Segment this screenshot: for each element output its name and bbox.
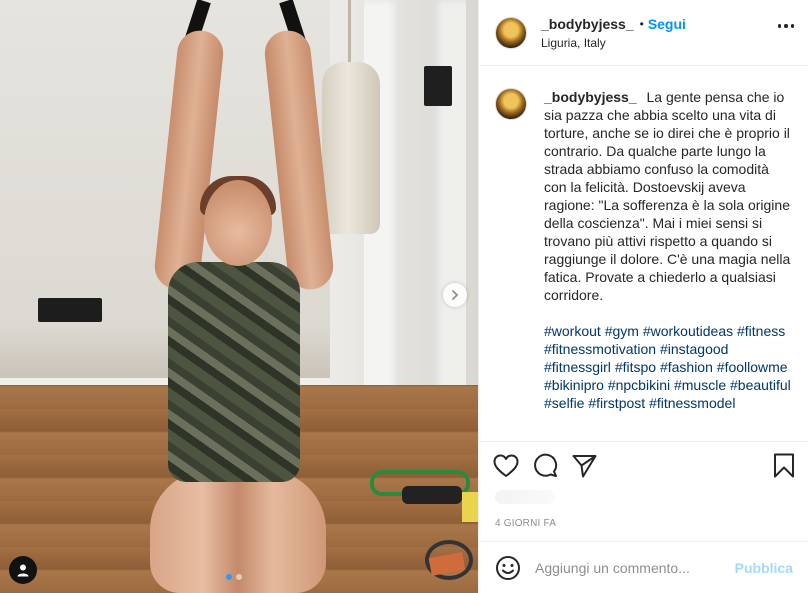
publish-button[interactable]: Pubblica bbox=[735, 560, 793, 576]
hashtag-link[interactable]: #selfie bbox=[544, 395, 588, 411]
hashtag-link[interactable]: #bikinipro bbox=[544, 377, 608, 393]
comment-icon bbox=[534, 453, 558, 477]
hashtag-link[interactable]: #npcbikini bbox=[608, 377, 674, 393]
tagged-users-button[interactable] bbox=[9, 556, 37, 584]
chevron-right-icon bbox=[452, 290, 458, 300]
post-side-panel: _bodybyjess_ • Segui Liguria, Italy _bod… bbox=[478, 0, 808, 593]
post-caption: _bodybyjess_ La gente pensa che io sia p… bbox=[544, 88, 792, 441]
more-options-button[interactable] bbox=[777, 24, 794, 28]
hashtag-link[interactable]: #fitspo bbox=[615, 359, 660, 375]
bookmark-icon bbox=[774, 453, 794, 478]
speaker bbox=[38, 298, 102, 322]
share-button[interactable] bbox=[572, 454, 597, 478]
comment-button[interactable] bbox=[533, 453, 558, 478]
hashtag-link[interactable]: #workoutideas bbox=[643, 323, 737, 339]
caption-username-link[interactable]: _bodybyjess_ bbox=[544, 89, 637, 105]
more-icon bbox=[790, 24, 794, 28]
save-button[interactable] bbox=[773, 453, 795, 478]
follow-button[interactable]: Segui bbox=[648, 16, 686, 32]
post-header: _bodybyjess_ • Segui Liguria, Italy bbox=[479, 0, 808, 66]
camo-tank-top bbox=[168, 262, 300, 482]
comments-section[interactable]: _bodybyjess_ La gente pensa che io sia p… bbox=[479, 67, 808, 441]
hashtag-link[interactable]: #firstpost bbox=[588, 395, 649, 411]
hashtag-list: #workout #gym #workoutideas #fitness #fi… bbox=[544, 322, 792, 412]
add-comment-bar: Pubblica bbox=[479, 541, 808, 593]
emoji-button[interactable] bbox=[495, 555, 521, 581]
hashtag-link[interactable]: #gym bbox=[605, 323, 643, 339]
carousel-indicator bbox=[226, 574, 242, 580]
more-icon bbox=[777, 24, 781, 28]
comment-input[interactable] bbox=[535, 559, 735, 576]
hashtag-link[interactable]: #foollowme bbox=[717, 359, 788, 375]
hashtag-link[interactable]: #muscle bbox=[674, 377, 730, 393]
next-slide-button[interactable] bbox=[443, 283, 467, 307]
header-info: _bodybyjess_ • Segui Liguria, Italy bbox=[541, 16, 686, 50]
post-date[interactable]: 4 GIORNI FA bbox=[495, 518, 556, 529]
gym-equipment bbox=[402, 486, 462, 504]
user-icon bbox=[17, 564, 29, 577]
hashtag-link[interactable]: #fitnessmodel bbox=[649, 395, 735, 411]
speaker bbox=[424, 66, 452, 106]
heart-icon bbox=[493, 454, 519, 477]
door-frame bbox=[432, 0, 466, 390]
avatar[interactable] bbox=[495, 16, 527, 49]
hashtag-link[interactable]: #fitness bbox=[737, 323, 785, 339]
hashtag-link[interactable]: #fashion bbox=[660, 359, 717, 375]
hashtag-link[interactable]: #workout bbox=[544, 323, 605, 339]
more-icon bbox=[784, 24, 788, 28]
avatar[interactable] bbox=[495, 88, 527, 120]
rope bbox=[348, 0, 351, 70]
gym-equipment bbox=[462, 492, 478, 522]
username-link[interactable]: _bodybyjess_ bbox=[541, 16, 634, 32]
separator: • bbox=[639, 16, 644, 31]
head bbox=[204, 180, 272, 266]
carousel-dot-active bbox=[226, 574, 232, 580]
post-photo[interactable] bbox=[0, 0, 478, 593]
caption-text: La gente pensa che io sia pazza che abbi… bbox=[544, 89, 791, 303]
paper-plane-icon bbox=[572, 454, 597, 477]
carousel-dot bbox=[236, 574, 242, 580]
likes-count-placeholder bbox=[495, 490, 555, 504]
hashtag-link[interactable]: #beautiful bbox=[730, 377, 791, 393]
sandbag bbox=[322, 62, 380, 234]
header-row: _bodybyjess_ • Segui bbox=[541, 16, 686, 32]
hashtag-link[interactable]: #instagood bbox=[660, 341, 729, 357]
hashtag-link[interactable]: #fitnessmotivation bbox=[544, 341, 660, 357]
post-actions bbox=[479, 441, 808, 489]
like-button[interactable] bbox=[493, 454, 519, 478]
emoji-icon bbox=[496, 555, 520, 580]
location-link[interactable]: Liguria, Italy bbox=[541, 36, 686, 50]
hashtag-link[interactable]: #fitnessgirl bbox=[544, 359, 615, 375]
